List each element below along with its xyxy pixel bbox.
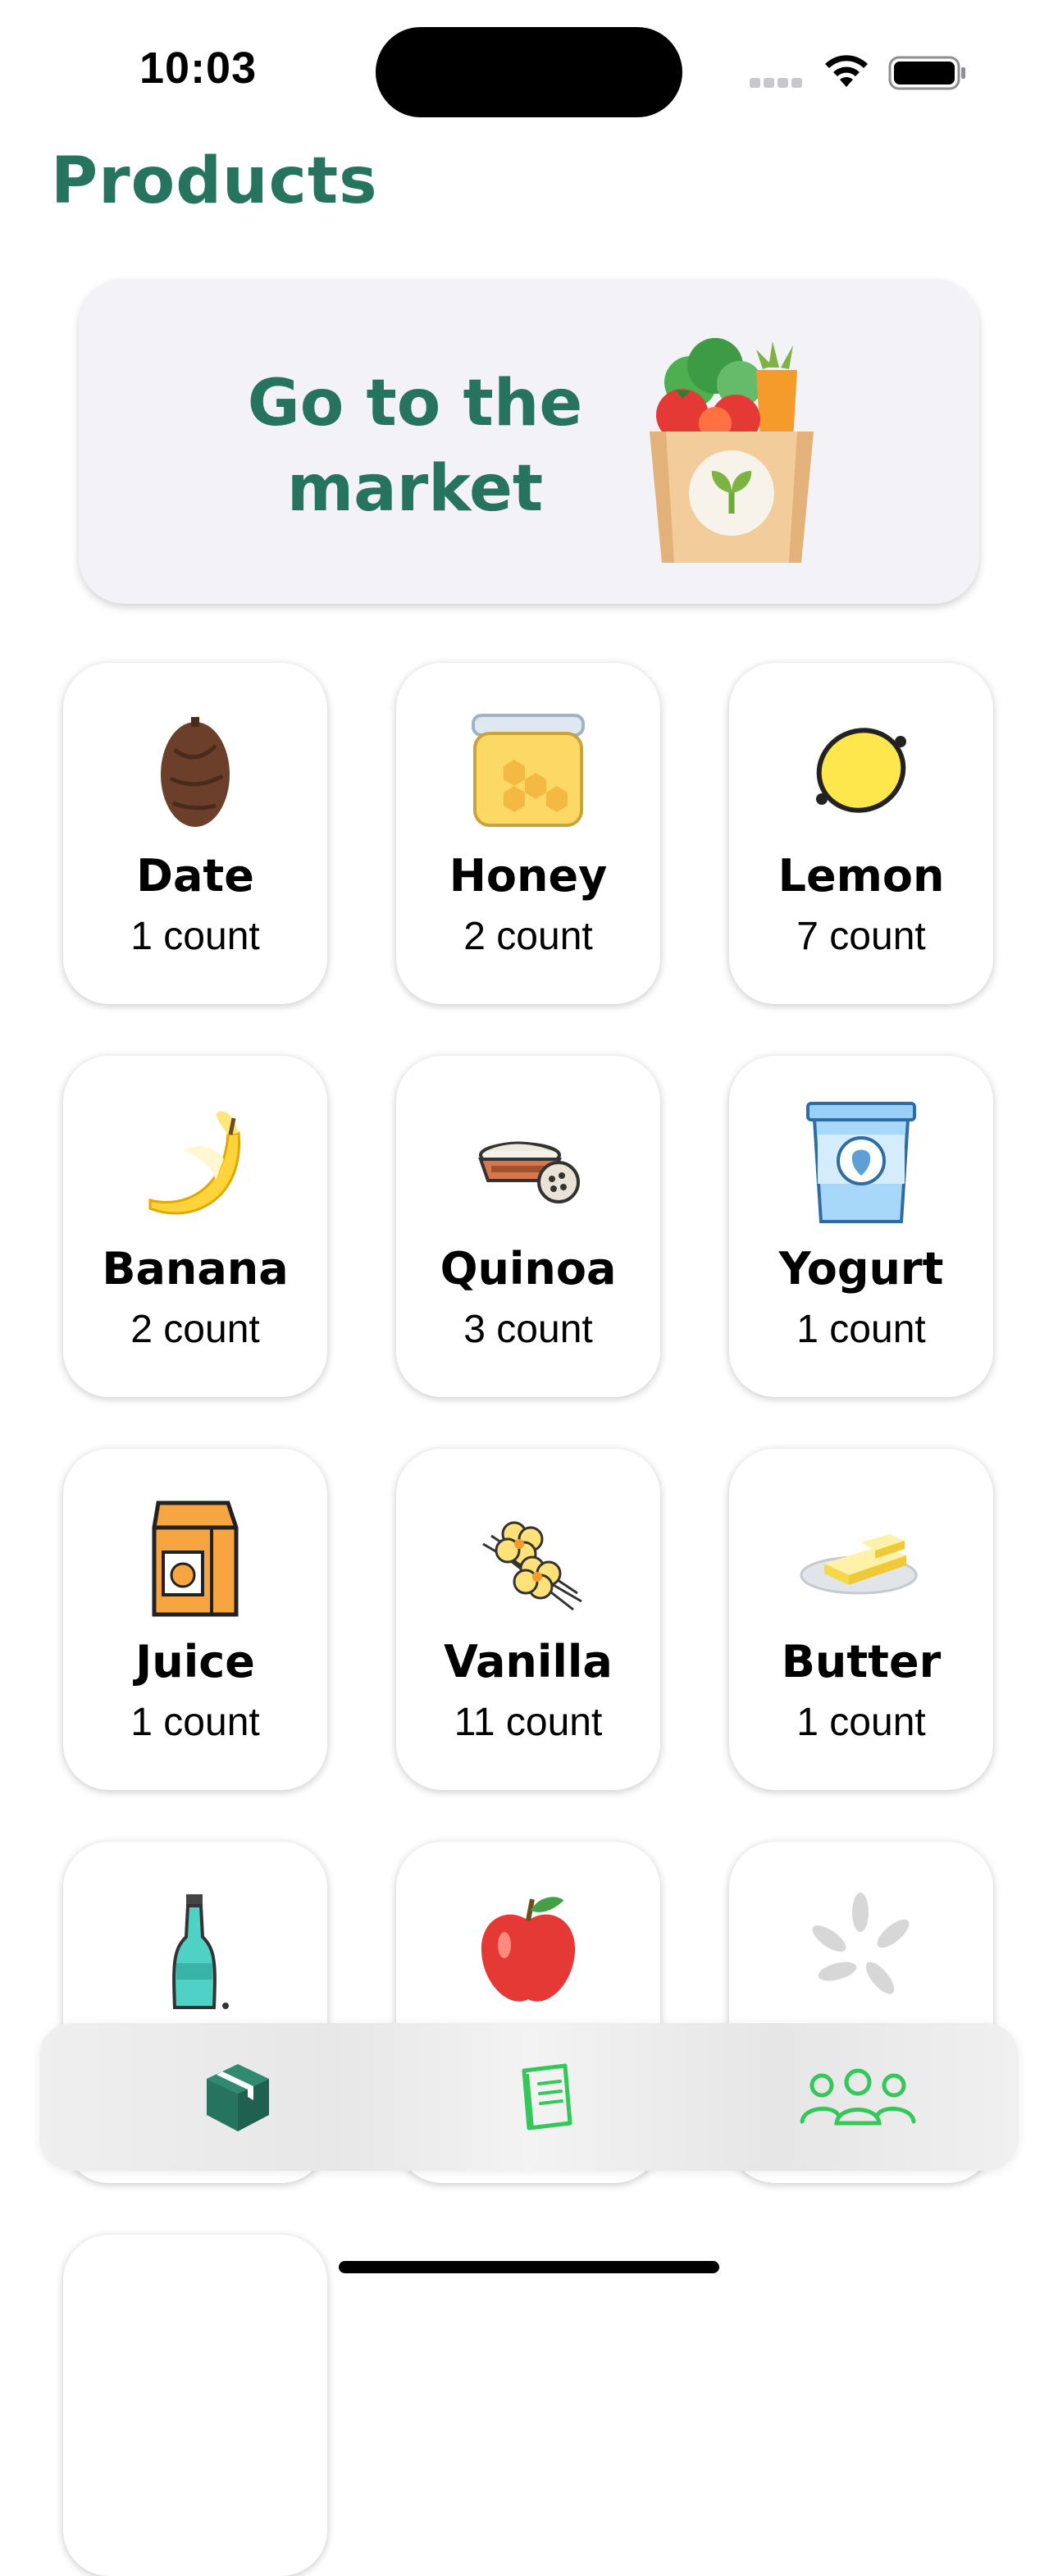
juice-carton-icon [152, 1500, 239, 1617]
product-name: Lemon [778, 850, 945, 902]
apple-icon [481, 1897, 576, 2002]
product-card-date[interactable]: Date 1 count [63, 663, 327, 1004]
product-card-yogurt[interactable]: Yogurt 1 count [729, 1056, 993, 1397]
product-name: Vanilla [444, 1636, 613, 1688]
honey-jar-icon [472, 714, 585, 827]
banana-icon [148, 1111, 240, 1215]
rice-grains-icon [812, 1893, 910, 1994]
product-card-juice[interactable]: Juice 1 count [63, 1449, 327, 1790]
go-to-market-banner[interactable]: Go to the market [79, 279, 979, 604]
tab-bar [39, 2023, 1019, 2171]
product-card-honey[interactable]: Honey 2 count [396, 663, 660, 1004]
product-name: Date [136, 850, 254, 902]
status-bar: 10:03 [0, 0, 1058, 139]
status-time: 10:03 [139, 43, 258, 93]
product-name: Honey [449, 850, 608, 902]
cellular-signal-icon [750, 77, 807, 88]
product-name: Quinoa [440, 1243, 617, 1295]
product-count: 2 count [463, 915, 593, 958]
product-count: 3 count [463, 1308, 593, 1351]
product-card-lemon[interactable]: Lemon 7 count [729, 663, 993, 1004]
product-count: 1 count [130, 1701, 260, 1744]
product-count: 2 count [130, 1308, 260, 1351]
butter-dish-icon [800, 1534, 918, 1595]
product-count: 11 count [454, 1701, 603, 1744]
battery-icon [888, 56, 965, 90]
soda-bottle-icon [172, 1894, 229, 2009]
people-icon [800, 2068, 916, 2126]
product-count: 1 count [130, 915, 260, 958]
grocery-bag-icon [650, 338, 814, 563]
lemon-icon [816, 728, 906, 813]
product-card-quinoa[interactable]: Quinoa 3 count [396, 1056, 660, 1397]
product-count: 1 count [796, 1701, 926, 1744]
tab-products[interactable] [156, 2023, 320, 2171]
date-icon [161, 717, 230, 827]
yogurt-cup-icon [806, 1102, 916, 1223]
tab-notes[interactable] [467, 2023, 631, 2171]
product-name: Juice [135, 1636, 255, 1688]
home-indicator [339, 2261, 719, 2273]
product-card-banana[interactable]: Banana 2 count [63, 1056, 327, 1397]
product-count: 1 count [796, 1308, 926, 1351]
product-card[interactable] [63, 2235, 327, 2576]
quinoa-bowl-icon [478, 1141, 580, 1204]
tab-people[interactable] [776, 2023, 940, 2171]
product-name: Butter [781, 1636, 942, 1688]
banner-label: Go to the market [247, 367, 583, 526]
product-count: 7 count [796, 915, 926, 958]
box-icon [207, 2064, 269, 2131]
dynamic-island [376, 27, 682, 117]
vanilla-flower-icon [482, 1521, 582, 1611]
page-title: Products [51, 144, 378, 218]
product-card-butter[interactable]: Butter 1 count [729, 1449, 993, 1790]
product-name: Banana [102, 1243, 289, 1295]
product-name: Yogurt [778, 1243, 944, 1295]
product-card-vanilla[interactable]: Vanilla 11 count [396, 1449, 660, 1790]
notebook-icon [522, 2063, 572, 2131]
wifi-icon [825, 55, 868, 87]
